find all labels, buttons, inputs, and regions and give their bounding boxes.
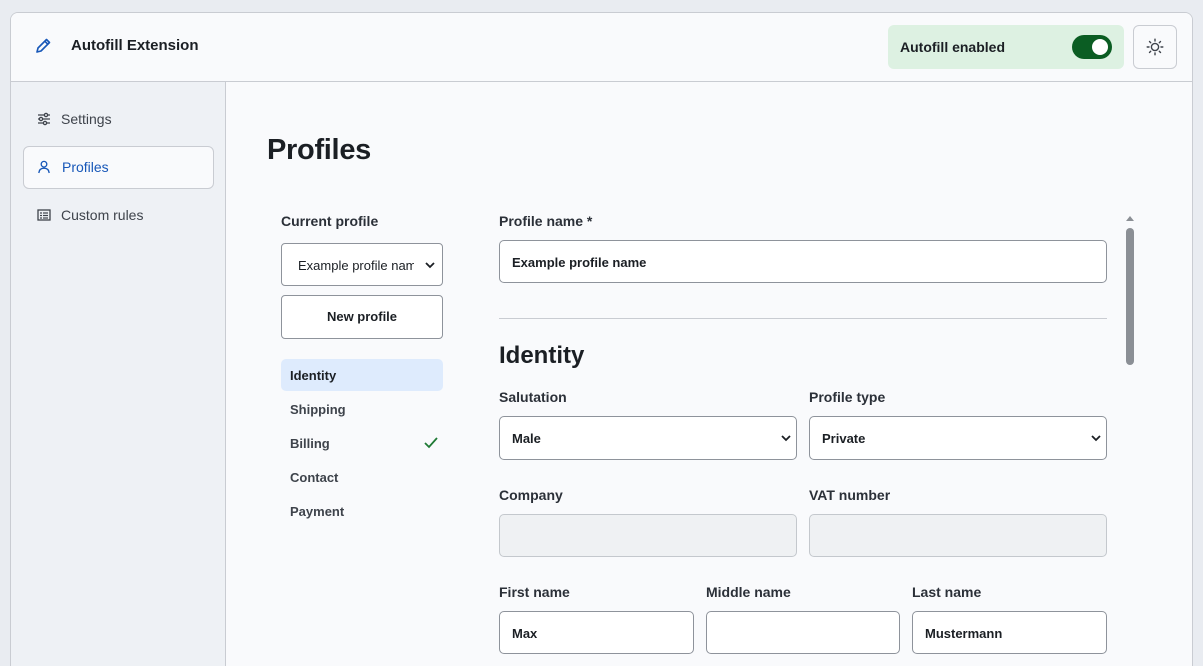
profile-name-label: Profile name * xyxy=(499,213,593,229)
last-name-input[interactable]: Mustermann xyxy=(912,611,1107,654)
current-profile-value: Example profile name xyxy=(298,258,414,273)
chevron-down-icon xyxy=(1091,435,1101,442)
middle-name-input[interactable] xyxy=(706,611,900,654)
profile-type-value: Private xyxy=(822,431,866,446)
section-nav-label: Billing xyxy=(290,436,330,451)
vat-number-input[interactable] xyxy=(809,514,1107,557)
last-name-value: Mustermann xyxy=(925,626,1003,641)
sidebar-item-settings[interactable]: Settings xyxy=(23,98,214,141)
profile-name-value: Example profile name xyxy=(512,255,647,270)
section-nav-label: Contact xyxy=(290,470,339,485)
section-nav-payment[interactable]: Payment xyxy=(281,495,443,527)
first-name-value: Max xyxy=(512,626,538,641)
sidebar-item-custom-rules[interactable]: Custom rules xyxy=(23,194,214,237)
profile-name-input[interactable]: Example profile name xyxy=(499,240,1107,283)
app-header: Autofill Extension Autofill enabled xyxy=(11,13,1192,82)
main-content: Profiles Current profile Example profile… xyxy=(227,82,1192,666)
chevron-down-icon xyxy=(425,262,435,269)
new-profile-button[interactable]: New profile xyxy=(281,295,443,339)
section-nav-identity[interactable]: Identity xyxy=(281,359,443,391)
salutation-value: Male xyxy=(512,431,541,446)
sidebar-item-label: Custom rules xyxy=(61,207,144,223)
scrollbar-thumb[interactable] xyxy=(1126,228,1134,365)
profile-type-label: Profile type xyxy=(809,389,886,405)
first-name-label: First name xyxy=(499,584,570,600)
check-icon xyxy=(424,437,438,449)
list-icon xyxy=(37,209,51,221)
toggle-knob xyxy=(1092,39,1108,55)
user-icon xyxy=(38,160,50,174)
last-name-label: Last name xyxy=(912,584,982,600)
sidebar-item-profiles[interactable]: Profiles xyxy=(23,146,214,189)
chevron-down-icon xyxy=(781,435,791,442)
section-nav-label: Shipping xyxy=(290,402,346,417)
app-window: Autofill Extension Autofill enabled Sett… xyxy=(10,12,1193,666)
section-nav-contact[interactable]: Contact xyxy=(281,461,443,493)
scroll-up-arrow-icon[interactable] xyxy=(1125,214,1135,222)
sidebar-item-label: Settings xyxy=(61,111,112,127)
vat-number-label: VAT number xyxy=(809,487,891,503)
company-input[interactable] xyxy=(499,514,797,557)
profile-type-select[interactable]: Private xyxy=(809,416,1107,460)
autofill-status: Autofill enabled xyxy=(888,25,1124,69)
divider xyxy=(499,318,1107,319)
sliders-icon xyxy=(38,112,50,126)
section-nav-label: Identity xyxy=(290,368,337,383)
salutation-label: Salutation xyxy=(499,389,567,405)
identity-section-title: Identity xyxy=(499,342,585,369)
company-label: Company xyxy=(499,487,563,503)
page-title: Profiles xyxy=(267,134,371,166)
autofill-status-label: Autofill enabled xyxy=(900,39,1005,55)
app-title: Autofill Extension xyxy=(71,37,199,54)
current-profile-select[interactable]: Example profile name xyxy=(281,243,443,286)
middle-name-label: Middle name xyxy=(706,584,791,600)
sidebar-item-label: Profiles xyxy=(62,159,109,175)
pencil-icon xyxy=(36,38,51,53)
theme-toggle-button[interactable] xyxy=(1133,25,1177,69)
salutation-select[interactable]: Male xyxy=(499,416,797,460)
section-nav-label: Payment xyxy=(290,504,345,519)
section-nav-billing[interactable]: Billing xyxy=(281,427,443,459)
autofill-toggle[interactable] xyxy=(1072,35,1112,59)
sun-icon xyxy=(1146,38,1164,56)
first-name-input[interactable]: Max xyxy=(499,611,694,654)
section-nav-shipping[interactable]: Shipping xyxy=(281,393,443,425)
sidebar: Settings Profiles Custom rules xyxy=(11,82,226,666)
current-profile-label: Current profile xyxy=(281,213,379,229)
